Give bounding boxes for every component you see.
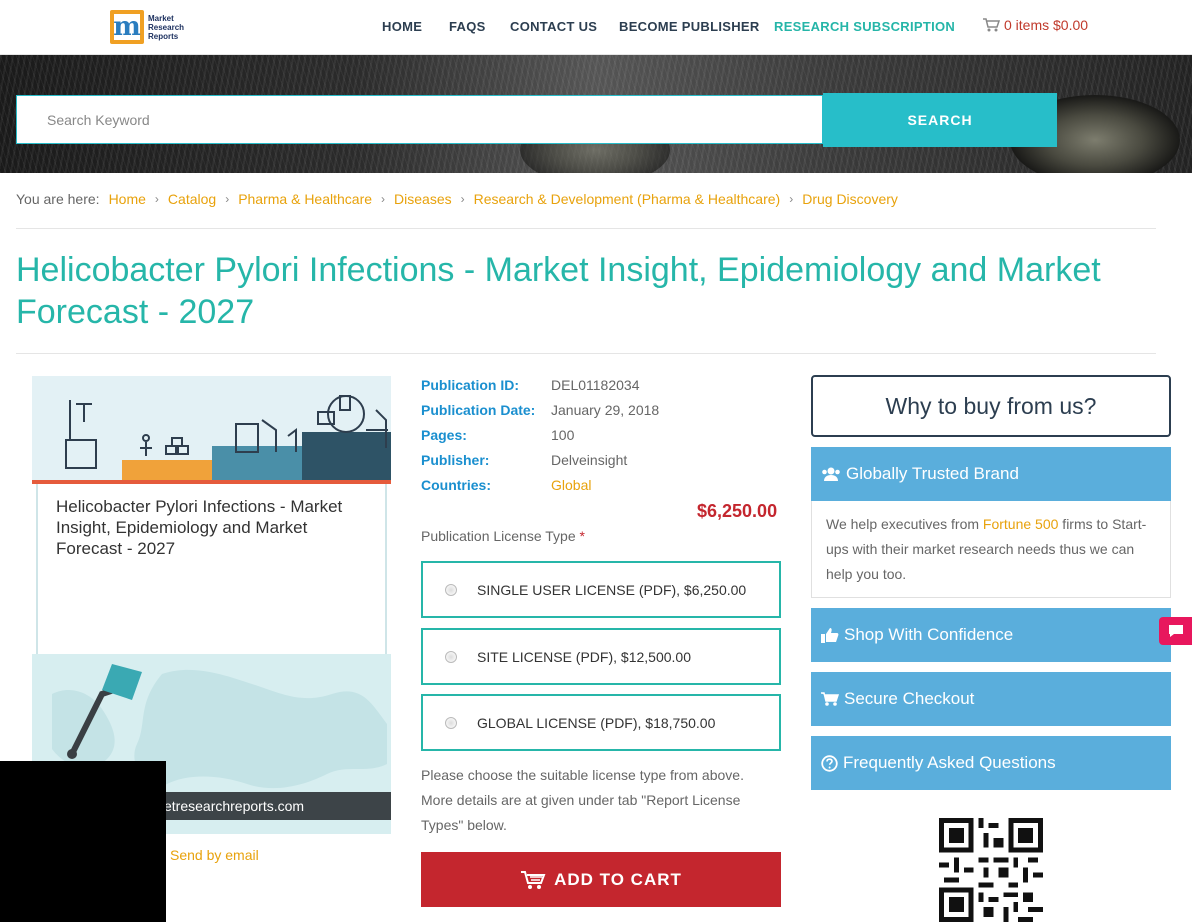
qr-code-icon [939, 818, 1043, 922]
nav-faqs[interactable]: FAQS [449, 19, 486, 34]
chevron-right-icon: › [154, 192, 159, 206]
license-option-global[interactable]: GLOBAL LICENSE (PDF), $18,750.00 [421, 694, 781, 751]
fortune-500-link[interactable]: Fortune 500 [983, 516, 1059, 532]
detail-value: 100 [551, 427, 575, 443]
side-head-label: Globally Trusted Brand [846, 464, 1019, 483]
send-by-email-link[interactable]: Send by email [170, 847, 259, 863]
nav-research-subscription[interactable]: RESEARCH SUBSCRIPTION [774, 19, 955, 34]
radio-button[interactable] [445, 716, 457, 729]
detail-value: January 29, 2018 [551, 402, 660, 418]
breadcrumb-catalog[interactable]: Catalog [168, 191, 216, 207]
detail-value: Delveinsight [551, 452, 628, 468]
detail-label: Publication ID: [421, 377, 519, 393]
redacted-area [0, 761, 166, 922]
site-logo[interactable]: m Market Research Reports [110, 9, 192, 45]
report-price: $6,250.00 [697, 501, 778, 521]
cart-summary: 0 items $0.00 [1004, 17, 1089, 33]
globally-trusted-brand-header[interactable]: Globally Trusted Brand [811, 447, 1171, 501]
cover-illustration [32, 376, 391, 482]
shop-with-confidence-header[interactable]: Shop With Confidence [811, 608, 1171, 662]
chevron-right-icon: › [460, 192, 465, 206]
chevron-right-icon: › [789, 192, 794, 206]
secure-checkout-header[interactable]: Secure Checkout [811, 672, 1171, 726]
license-option-site[interactable]: SITE LICENSE (PDF), $12,500.00 [421, 628, 781, 685]
breadcrumb-research-development[interactable]: Research & Development (Pharma & Healthc… [474, 191, 781, 207]
chat-button[interactable] [1159, 617, 1192, 645]
thumbs-up-icon [821, 628, 839, 643]
detail-value: DEL01182034 [551, 377, 640, 393]
detail-label: Pages: [421, 427, 467, 443]
faq-header[interactable]: Frequently Asked Questions [811, 736, 1171, 790]
license-type-label: Publication License Type * [421, 528, 585, 544]
search-button[interactable]: SEARCH [823, 93, 1057, 147]
nav-contact-us[interactable]: CONTACT US [510, 19, 597, 34]
license-label-text: Publication License Type [421, 528, 576, 544]
page-title: Helicobacter Pylori Infections - Market … [16, 251, 1101, 331]
detail-label: Publisher: [421, 452, 490, 468]
license-option-label: SINGLE USER LICENSE (PDF), $6,250.00 [477, 581, 747, 598]
license-option-label: GLOBAL LICENSE (PDF), $18,750.00 [477, 714, 716, 731]
chevron-right-icon: › [225, 192, 230, 206]
detail-value-link[interactable]: Global [551, 477, 591, 493]
breadcrumb-pharma[interactable]: Pharma & Healthcare [238, 191, 372, 207]
header-cart[interactable]: 0 items $0.00 [982, 17, 1088, 33]
logo-text: Market Research Reports [148, 13, 185, 41]
add-to-cart-label: ADD TO CART [554, 869, 682, 889]
chat-icon [1168, 625, 1183, 637]
nav-become-publisher[interactable]: BECOME PUBLISHER [619, 19, 760, 34]
radio-button[interactable] [445, 583, 457, 596]
detail-label: Countries: [421, 477, 491, 493]
cart-icon [521, 870, 546, 889]
divider [16, 353, 1156, 354]
breadcrumb-home[interactable]: Home [109, 191, 146, 207]
globally-trusted-brand-body: We help executives from Fortune 500 firm… [811, 501, 1171, 598]
site-header: m Market Research Reports HOME FAQS CONT… [0, 0, 1192, 55]
industry-icons-icon [65, 395, 388, 469]
side-head-label: Shop With Confidence [844, 625, 1014, 644]
license-option-label: SITE LICENSE (PDF), $12,500.00 [477, 648, 691, 665]
breadcrumb-lead: You are here: [16, 191, 100, 207]
cart-icon [821, 692, 839, 706]
nav-home[interactable]: HOME [382, 19, 422, 34]
radio-button[interactable] [445, 650, 457, 663]
why-buy-heading: Why to buy from us? [811, 375, 1171, 437]
cover-title: Helicobacter Pylori Infections - Market … [56, 497, 343, 558]
breadcrumb: You are here: Home › Catalog › Pharma & … [16, 191, 898, 207]
license-note: Please choose the suitable license type … [421, 767, 744, 833]
users-icon [822, 467, 840, 481]
cart-icon [983, 18, 1000, 32]
logo-mark-icon: m [110, 10, 144, 44]
side-head-label: Frequently Asked Questions [843, 753, 1056, 772]
breadcrumb-drug-discovery[interactable]: Drug Discovery [802, 191, 898, 207]
add-to-cart-button[interactable]: ADD TO CART [421, 852, 781, 907]
search-input[interactable] [16, 95, 823, 144]
chevron-right-icon: › [381, 192, 386, 206]
license-option-single-user[interactable]: SINGLE USER LICENSE (PDF), $6,250.00 [421, 561, 781, 618]
detail-label: Publication Date: [421, 402, 536, 418]
breadcrumb-diseases[interactable]: Diseases [394, 191, 452, 207]
divider [16, 228, 1156, 229]
side-head-label: Secure Checkout [844, 689, 975, 708]
brand-text: We help executives from [826, 516, 983, 532]
question-circle-icon [821, 754, 838, 772]
required-marker: * [579, 528, 585, 544]
